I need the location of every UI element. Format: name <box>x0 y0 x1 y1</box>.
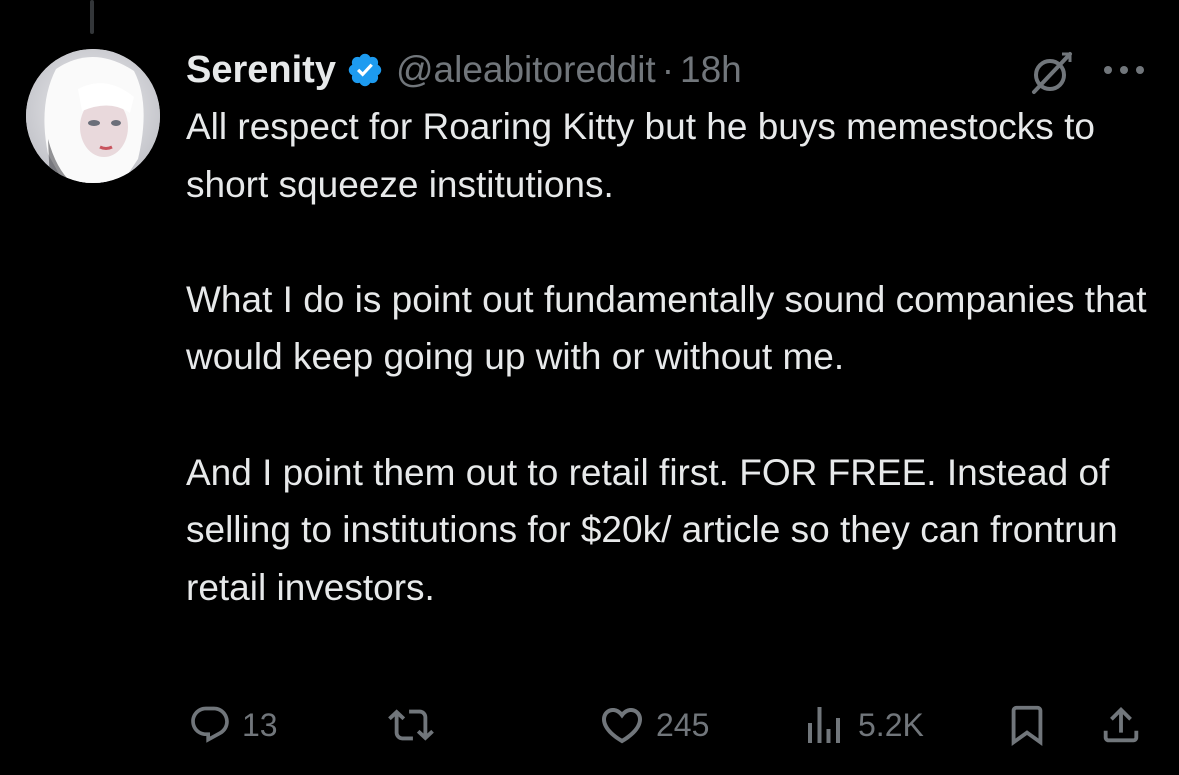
bookmark-icon <box>1004 702 1050 748</box>
like-count: 245 <box>656 706 710 743</box>
avatar-image <box>26 49 160 183</box>
author-handle[interactable]: @aleabitoreddit <box>396 49 656 91</box>
grok-icon[interactable] <box>1026 48 1076 98</box>
action-bar: 13 245 5.2K <box>0 698 1179 752</box>
tweet-header: Serenity @aleabitoreddit · 18h <box>186 44 742 96</box>
like-button[interactable]: 245 <box>598 698 709 752</box>
avatar[interactable] <box>26 49 160 183</box>
reply-icon <box>188 703 232 747</box>
tweet-text: All respect for Roaring Kitty but he buy… <box>186 106 1147 608</box>
share-button[interactable] <box>1098 698 1144 752</box>
reply-count: 13 <box>242 706 278 743</box>
reply-button[interactable]: 13 <box>188 698 278 752</box>
like-icon <box>598 701 646 749</box>
bookmark-button[interactable] <box>1004 698 1050 752</box>
repost-button[interactable] <box>388 698 444 752</box>
author-display-name[interactable]: Serenity <box>186 49 336 92</box>
separator-dot: · <box>661 49 675 90</box>
views-icon <box>800 701 848 749</box>
share-icon <box>1098 702 1144 748</box>
thread-connector-line <box>90 0 94 34</box>
views-count: 5.2K <box>858 706 924 743</box>
views-button[interactable]: 5.2K <box>800 698 924 752</box>
more-icon[interactable] <box>1100 60 1148 80</box>
repost-icon <box>388 702 434 748</box>
verified-badge-icon <box>346 51 384 89</box>
tweet-timestamp[interactable]: 18h <box>680 49 742 91</box>
